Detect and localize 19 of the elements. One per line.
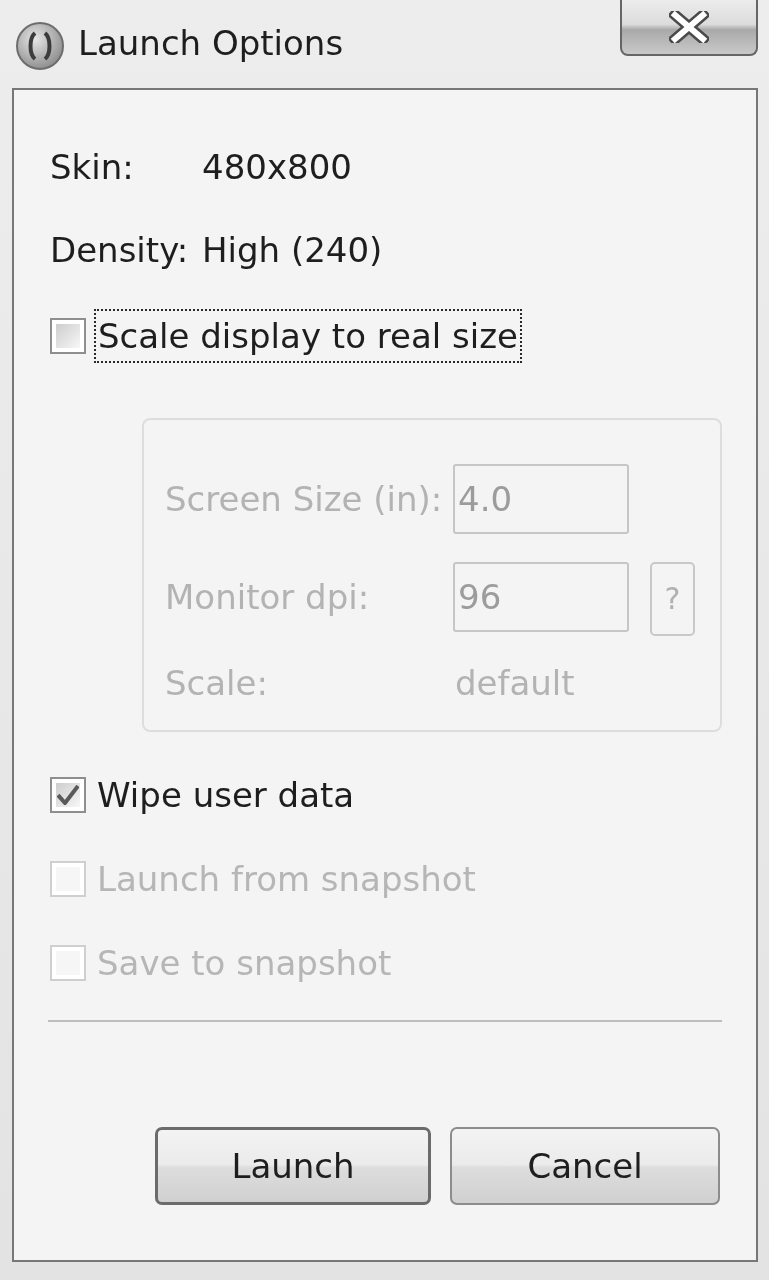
- info-label: Density:: [50, 230, 190, 270]
- info-label: Skin:: [50, 147, 135, 187]
- checkbox-label[interactable]: Wipe user data: [97, 775, 355, 815]
- dialog-button[interactable]: Cancel: [450, 1127, 720, 1205]
- checkbox[interactable]: [50, 318, 86, 354]
- field-label: Screen Size (in):: [165, 478, 444, 521]
- info-value: High (240): [202, 230, 383, 270]
- field-value: default: [454, 663, 575, 703]
- window-title: Launch Options: [78, 23, 344, 63]
- field-label: Scale:: [165, 663, 269, 703]
- checkmark-icon: [57, 785, 79, 805]
- field-label: Monitor dpi:: [165, 576, 371, 619]
- checkbox-label[interactable]: Scale display to real size: [94, 309, 522, 363]
- info-value: 480x800: [202, 147, 352, 187]
- checkbox[interactable]: [50, 777, 86, 813]
- dialog-button[interactable]: Launch: [155, 1127, 431, 1205]
- app-icon: [16, 22, 64, 70]
- close-button[interactable]: [620, 0, 758, 56]
- close-icon: [669, 11, 709, 43]
